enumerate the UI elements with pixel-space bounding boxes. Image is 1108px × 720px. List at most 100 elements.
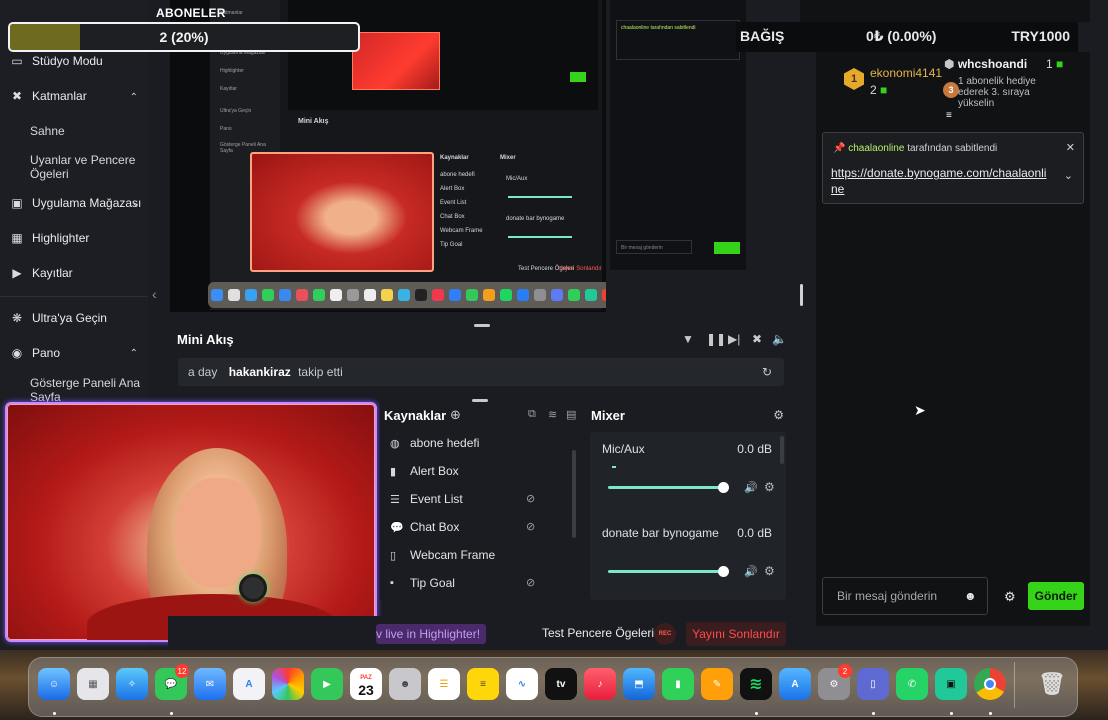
freeform-icon[interactable]: ∿: [506, 668, 538, 700]
microphone: [239, 574, 267, 602]
eye-hidden-icon[interactable]: ⊘: [526, 492, 535, 505]
source-item[interactable]: ☰ Event List: [390, 492, 463, 506]
sidebar-item-layers[interactable]: ✖ Katmanlar: [10, 89, 140, 103]
nested-send-button: [570, 72, 586, 82]
source-item[interactable]: ◍ abone hedefi: [390, 436, 479, 450]
pages-icon[interactable]: ✎: [701, 668, 733, 700]
whatsapp-icon[interactable]: ✆: [896, 668, 928, 700]
sidebar-item-ultra[interactable]: ❋ Ultra'ya Geçin: [10, 311, 107, 325]
highlighter-promo-button[interactable]: v live in Highlighter!: [376, 624, 487, 644]
volume-slider[interactable]: [608, 482, 729, 493]
pinned-by-user[interactable]: chaalaonline: [848, 143, 904, 154]
app-store-icon[interactable]: A: [779, 668, 811, 700]
folder-icon[interactable]: ▤: [566, 408, 576, 421]
sidebar-item-alerts-widgets[interactable]: Uyanlar ve Pencere Ögeleri: [30, 153, 142, 181]
source-item[interactable]: 💬 Chat Box: [390, 520, 459, 534]
sidebar-item-scene[interactable]: Sahne: [30, 124, 142, 138]
feed-user[interactable]: hakankiraz: [229, 365, 291, 379]
leader-next-rank-note: 1 abonelik hediye ederek 3. sıraya yükse…: [958, 76, 1036, 109]
unpin-icon[interactable]: ✕: [1066, 141, 1075, 154]
app-window: ▭ Stüdyo Modu ✖ Katmanlar ⌃ Sahne Uyanla…: [0, 0, 1108, 720]
reminders-icon[interactable]: ☰: [428, 668, 460, 700]
mixer-scrollbar[interactable]: [780, 436, 784, 464]
notes-icon[interactable]: ≡: [467, 668, 499, 700]
collapse-chevron-icon[interactable]: ‹: [152, 286, 157, 302]
sidebar-item-dashboard[interactable]: ◉ Pano: [10, 346, 60, 360]
channel-gear-icon[interactable]: ⚙: [764, 480, 775, 494]
safari-icon[interactable]: ✧: [116, 668, 148, 700]
slider-knob[interactable]: [718, 482, 729, 493]
contacts-icon[interactable]: ☻: [389, 668, 421, 700]
volume-icon[interactable]: 🔈: [772, 332, 787, 346]
launchpad-icon[interactable]: ▦: [77, 668, 109, 700]
eye-hidden-icon[interactable]: ⊘: [526, 520, 535, 533]
facetime-icon[interactable]: ▶: [311, 668, 343, 700]
chrome-icon[interactable]: [974, 668, 1006, 700]
sidebar-item-dashboard-home[interactable]: Gösterge Paneli Ana Sayfa: [30, 376, 142, 404]
mixer-settings-gear-icon[interactable]: ⚙: [773, 408, 784, 422]
streamlabs-desktop-icon[interactable]: ▣: [935, 668, 967, 700]
sidebar-item-app-store[interactable]: ▣ Uygulama Mağazası: [10, 196, 141, 210]
source-item[interactable]: ▯ Webcam Frame: [390, 548, 495, 562]
chat-settings-gear-icon[interactable]: ⚙: [1004, 589, 1016, 605]
panel-drag-handle[interactable]: [474, 324, 490, 327]
mail-icon[interactable]: ✉: [194, 668, 226, 700]
donation-label: BAĞIŞ: [740, 28, 785, 44]
sources-panel: Kaynaklar ⊕ ⧉ ≋ ▤ ◍ abone hedefi ▮ Alert B…: [380, 399, 584, 600]
record-button[interactable]: REC: [654, 623, 676, 645]
finder-icon[interactable]: ☺: [38, 668, 70, 700]
channel-gear-icon[interactable]: ⚙: [764, 564, 775, 578]
eye-hidden-icon[interactable]: ⊘: [526, 576, 535, 589]
leader-second-user[interactable]: ⬢ whcshoandi: [944, 57, 1027, 71]
volume-slider[interactable]: [608, 566, 729, 577]
right-edge: [1090, 0, 1108, 650]
music-icon[interactable]: ♪: [584, 668, 616, 700]
panel-resize-handle[interactable]: [800, 284, 803, 306]
maps-icon[interactable]: A: [233, 668, 265, 700]
donation-goal: TRY1000: [1011, 28, 1070, 44]
streamlabs-icon[interactable]: ▯: [857, 668, 889, 700]
subscriber-goal-bar: 2 (20%): [8, 22, 360, 52]
feed-time: a day: [188, 365, 218, 379]
numbers-icon[interactable]: ▮: [662, 668, 694, 700]
end-stream-button[interactable]: Yayını Sonlandır: [686, 622, 786, 646]
apple-tv-icon[interactable]: tv: [545, 668, 577, 700]
panel-drag-handle[interactable]: [472, 399, 488, 402]
emoji-icon[interactable]: ☻: [964, 589, 977, 603]
chevron-up-icon[interactable]: ⌃: [130, 92, 138, 103]
chevron-down-icon[interactable]: ⌄: [132, 198, 140, 209]
leader-first-user[interactable]: ekonomi4141: [870, 66, 942, 80]
sidebar-item-highlighter[interactable]: ▦ Highlighter: [10, 231, 89, 245]
leader-second-count: 1 ■: [1046, 57, 1064, 71]
spotify-icon[interactable]: ≋: [740, 668, 772, 700]
photos-icon[interactable]: [272, 668, 304, 700]
pause-icon[interactable]: ❚❚: [706, 332, 726, 346]
mute-alerts-icon[interactable]: ✖: [752, 332, 762, 346]
chat-send-button[interactable]: Gönder: [1028, 582, 1084, 610]
speaker-icon[interactable]: 🔊: [744, 481, 758, 494]
copy-icon[interactable]: ⧉: [528, 408, 536, 421]
speaker-icon[interactable]: 🔊: [744, 565, 758, 578]
add-source-icon[interactable]: ⊕: [450, 407, 461, 423]
keynote-icon[interactable]: ⬒: [623, 668, 655, 700]
globe-icon: ◍: [390, 437, 400, 450]
source-item[interactable]: ▪ Tip Goal: [390, 576, 455, 590]
slider-knob[interactable]: [718, 566, 729, 577]
messages-badge: 12: [175, 664, 189, 678]
chevron-up-icon[interactable]: ⌃: [130, 348, 138, 359]
calendar-icon[interactable]: PAZ 23: [350, 668, 382, 700]
sidebar-item-recordings[interactable]: ▶ Kayıtlar: [10, 266, 72, 280]
chevron-down-icon[interactable]: ⌄: [1064, 169, 1073, 182]
pinned-link[interactable]: https://donate.bynogame.com/chaalaonline: [831, 165, 1053, 197]
source-item[interactable]: ▮ Alert Box: [390, 464, 459, 478]
sources-scrollbar[interactable]: [572, 450, 576, 538]
expand-list-icon[interactable]: ≡: [946, 110, 952, 121]
trash-icon[interactable]: 🗑: [1036, 668, 1068, 700]
skip-icon[interactable]: ▶|: [728, 332, 740, 346]
replay-icon[interactable]: ↻: [762, 358, 772, 386]
mixer-channel-name: Mic/Aux: [602, 442, 645, 456]
sidebar-item-studio-mode[interactable]: ▭ Stüdyo Modu: [10, 54, 102, 68]
filter-icon[interactable]: ▼: [682, 332, 694, 346]
link-icon[interactable]: ≋: [548, 408, 557, 421]
test-widgets-button[interactable]: Test Pencere Ögeleri: [542, 626, 654, 640]
